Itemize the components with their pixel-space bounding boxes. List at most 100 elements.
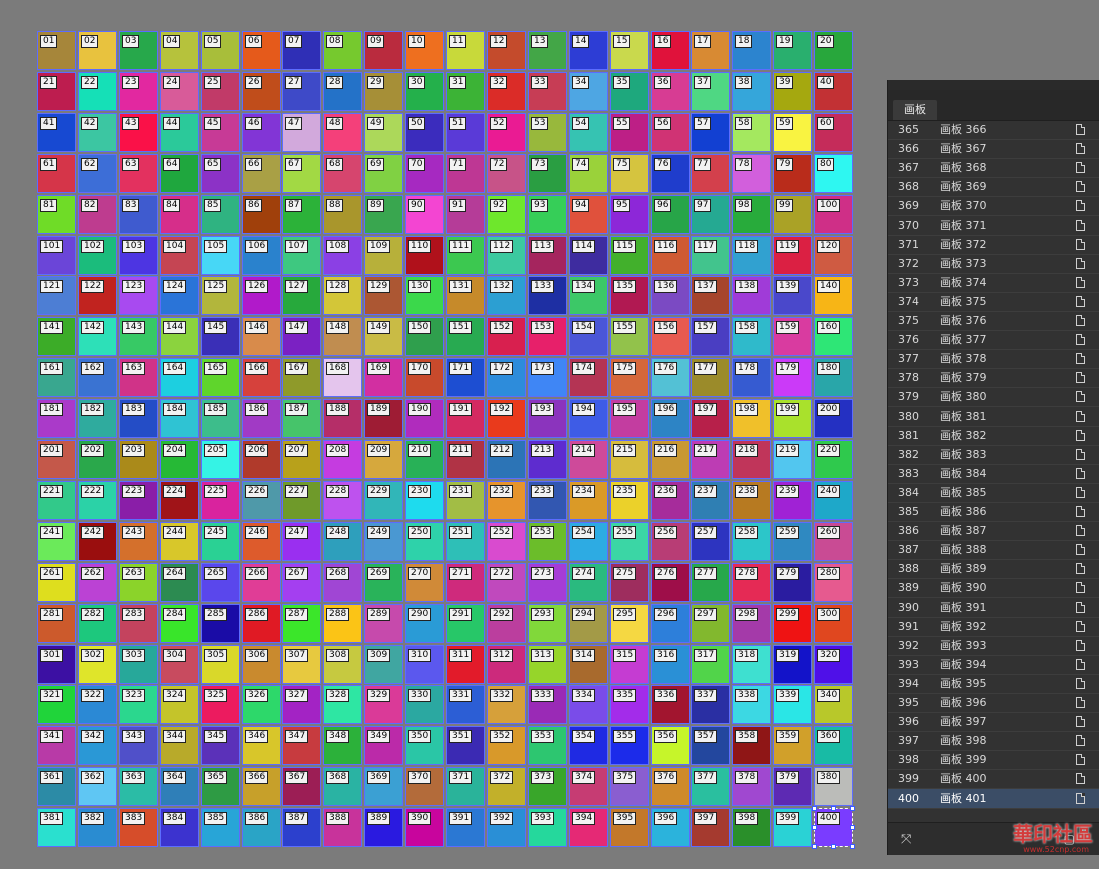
artboard-tile[interactable]: 332: [487, 685, 526, 724]
artboard-tile[interactable]: 194: [569, 399, 608, 438]
artboard-tile[interactable]: 282: [78, 604, 117, 643]
artboard-list-row[interactable]: 395 画板 396: [888, 693, 1099, 713]
artboard-list-row[interactable]: 374 画板 375: [888, 292, 1099, 312]
artboard-tile[interactable]: 351: [446, 726, 485, 765]
artboard-tile[interactable]: 75: [610, 154, 649, 193]
artboard-list-row[interactable]: 370 画板 371: [888, 216, 1099, 236]
artboard-tile[interactable]: 13: [528, 31, 567, 70]
artboard-tile[interactable]: 40: [814, 72, 853, 111]
artboard-tile[interactable]: 258: [732, 522, 771, 561]
artboard-tile[interactable]: 168: [323, 358, 362, 397]
selection-handle[interactable]: [831, 806, 836, 811]
artboard-list-row[interactable]: 367 画板 368: [888, 158, 1099, 178]
artboard-tile[interactable]: 32: [487, 72, 526, 111]
artboard-tile[interactable]: 28: [323, 72, 362, 111]
artboard-tile[interactable]: 354: [569, 726, 608, 765]
artboard-tile[interactable]: 39: [773, 72, 812, 111]
artboard-tile[interactable]: 104: [160, 236, 199, 275]
selection-handle[interactable]: [850, 806, 855, 811]
artboard-tile[interactable]: 198: [732, 399, 771, 438]
artboard-tile[interactable]: 281: [37, 604, 76, 643]
artboard-tile[interactable]: 337: [691, 685, 730, 724]
artboard-tile[interactable]: 259: [773, 522, 812, 561]
artboard-tile[interactable]: 319: [773, 645, 812, 684]
artboard-tile[interactable]: 66: [242, 154, 281, 193]
artboard-tile[interactable]: 355: [610, 726, 649, 765]
artboard-tile[interactable]: 87: [282, 195, 321, 234]
artboard-tile[interactable]: 296: [651, 604, 690, 643]
artboard-tile[interactable]: 54: [569, 113, 608, 152]
artboard-tile[interactable]: 146: [242, 317, 281, 356]
artboard-tile[interactable]: 352: [487, 726, 526, 765]
artboard-tile[interactable]: 65: [201, 154, 240, 193]
artboard-tile[interactable]: 313: [528, 645, 567, 684]
artboard-tile[interactable]: 323: [119, 685, 158, 724]
artboard-list[interactable]: 365 画板 366 366 画板 367 367 画板 368 368 画板 369 369 画…: [888, 120, 1099, 862]
artboard-tile[interactable]: 226: [242, 481, 281, 520]
selection-handle[interactable]: [812, 844, 817, 849]
artboard-tile[interactable]: 29: [364, 72, 403, 111]
artboard-tile[interactable]: 128: [323, 276, 362, 315]
artboard-tile[interactable]: 331: [446, 685, 485, 724]
artboard-tile[interactable]: 144: [160, 317, 199, 356]
artboard-tile[interactable]: 262: [78, 563, 117, 602]
artboard-tile[interactable]: 371: [446, 767, 485, 806]
artboard-tile[interactable]: 57: [691, 113, 730, 152]
artboard-tile[interactable]: 62: [78, 154, 117, 193]
artboard-tile[interactable]: 145: [201, 317, 240, 356]
artboard-tile[interactable]: 398: [732, 808, 771, 847]
artboard-tile[interactable]: 169: [364, 358, 403, 397]
artboard-tile[interactable]: 227: [282, 481, 321, 520]
artboard-tile[interactable]: 112: [487, 236, 526, 275]
artboard-tile[interactable]: 100: [814, 195, 853, 234]
artboard-tile[interactable]: 290: [405, 604, 444, 643]
artboard-tile[interactable]: 201: [37, 440, 76, 479]
artboard-tile[interactable]: 287: [282, 604, 321, 643]
artboard-tile[interactable]: 80: [814, 154, 853, 193]
artboard-tile[interactable]: 15: [610, 31, 649, 70]
artboard-tile[interactable]: 217: [691, 440, 730, 479]
artboard-tile[interactable]: 103: [119, 236, 158, 275]
artboard-tile[interactable]: 53: [528, 113, 567, 152]
artboard-tile[interactable]: 248: [323, 522, 362, 561]
artboard-tile[interactable]: 261: [37, 563, 76, 602]
artboard-tile[interactable]: 214: [569, 440, 608, 479]
artboard-tile[interactable]: 77: [691, 154, 730, 193]
artboard-tile[interactable]: 138: [732, 276, 771, 315]
artboard-tile[interactable]: 167: [282, 358, 321, 397]
artboard-tile[interactable]: 228: [323, 481, 362, 520]
artboard-tile[interactable]: 130: [405, 276, 444, 315]
artboard-tile[interactable]: 396: [651, 808, 690, 847]
artboard-tile[interactable]: 02: [78, 31, 117, 70]
artboard-tile[interactable]: 373: [528, 767, 567, 806]
artboard-tile[interactable]: 189: [364, 399, 403, 438]
artboard-tile[interactable]: 293: [528, 604, 567, 643]
artboard-tile[interactable]: 346: [242, 726, 281, 765]
artboard-tile[interactable]: 125: [201, 276, 240, 315]
artboard-tile[interactable]: 06: [242, 31, 281, 70]
artboard-tile[interactable]: 197: [691, 399, 730, 438]
artboard-tile[interactable]: 363: [119, 767, 158, 806]
artboard-tile[interactable]: 322: [78, 685, 117, 724]
artboard-tile[interactable]: 223: [119, 481, 158, 520]
artboard-tile[interactable]: 206: [242, 440, 281, 479]
artboard-tile[interactable]: 36: [651, 72, 690, 111]
artboard-tile[interactable]: 379: [773, 767, 812, 806]
artboard-tile[interactable]: 336: [651, 685, 690, 724]
artboard-list-row[interactable]: 372 画板 373: [888, 254, 1099, 274]
artboard-list-row[interactable]: 394 画板 395: [888, 674, 1099, 694]
artboard-tile[interactable]: 160: [814, 317, 853, 356]
artboard-canvas[interactable]: 01 02 03 04 05 06 07 08 09 10 11 12 13 14 15 16 17 18 19 20…: [0, 0, 880, 869]
artboard-tile[interactable]: 148: [323, 317, 362, 356]
artboard-tile[interactable]: 316: [651, 645, 690, 684]
artboard-tile[interactable]: 04: [160, 31, 199, 70]
artboard-tile[interactable]: 295: [610, 604, 649, 643]
artboard-tile[interactable]: 129: [364, 276, 403, 315]
artboard-tile[interactable]: 303: [119, 645, 158, 684]
artboard-tile[interactable]: 51: [446, 113, 485, 152]
artboard-tile[interactable]: 377: [691, 767, 730, 806]
artboard-tile[interactable]: 114: [569, 236, 608, 275]
artboard-tile[interactable]: 60: [814, 113, 853, 152]
artboard-tile[interactable]: 216: [651, 440, 690, 479]
artboard-tile[interactable]: 321: [37, 685, 76, 724]
